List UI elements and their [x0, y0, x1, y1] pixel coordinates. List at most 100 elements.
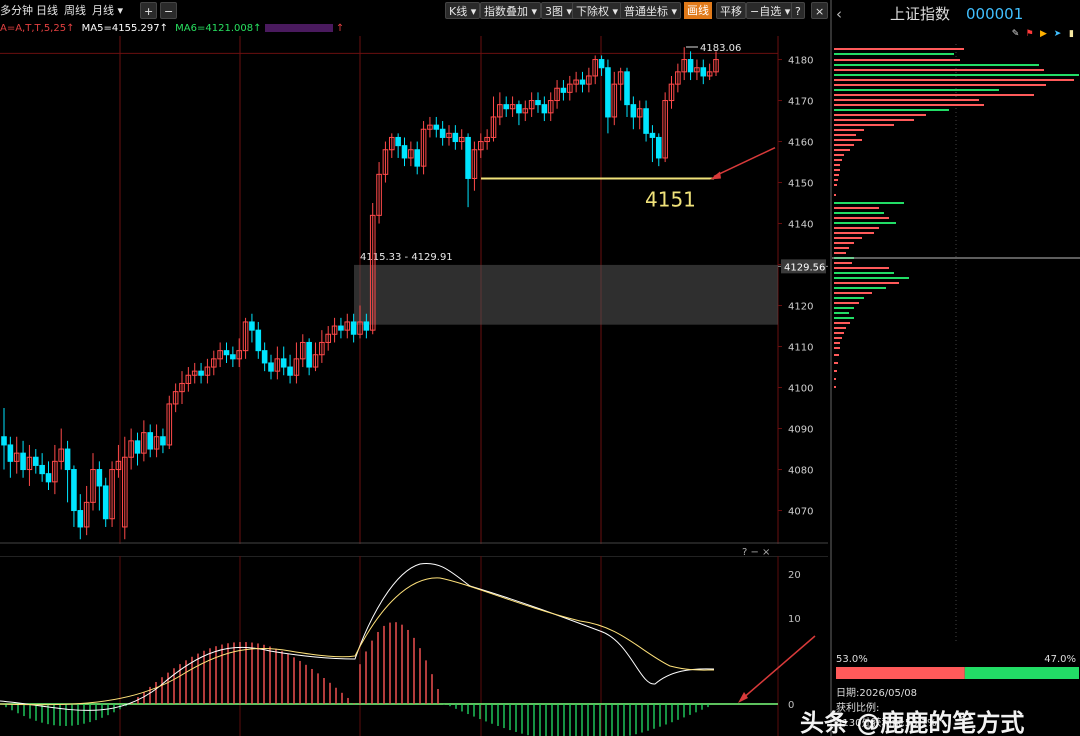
- candle-body: [64, 448, 71, 471]
- sub-y-tick-label: 10: [788, 614, 801, 625]
- candlestick-chart[interactable]: 4115.33 - 4129.91 4183.06 4151 4180 4170 4160…: [0, 36, 828, 544]
- toolbar-button-8[interactable]: ?: [791, 2, 805, 19]
- toolbar-button-7[interactable]: −自选 ▾: [746, 2, 795, 19]
- period-tab-2[interactable]: 周线: [64, 2, 86, 19]
- chip-bar: [834, 362, 838, 364]
- candle-body: [261, 350, 268, 364]
- date-line: 日期:2026/05/08: [836, 688, 918, 699]
- chart-toolbar: 多分钟 日线 周线 月线 ▾ + − K线 ▾ 指数叠加 ▾ 3图 ▾ 下除权 ▾ 普通坐标 ▾ 画线…: [0, 0, 829, 22]
- chip-bar: [834, 84, 1046, 86]
- watermark: 头条 @鹿鹿的笔方式: [800, 709, 1025, 736]
- chip-bar: [834, 342, 840, 344]
- candle-body: [147, 432, 154, 450]
- toolbar-button-9[interactable]: ×: [811, 2, 829, 19]
- zoom-in-button[interactable]: +: [140, 2, 158, 19]
- candle-body: [338, 325, 344, 331]
- candle-body: [516, 104, 522, 114]
- candle-body: [77, 510, 84, 528]
- y-tick-label: 4140: [788, 220, 813, 231]
- index-name: 上证指数: [890, 5, 951, 23]
- chip-bar: [834, 64, 1039, 66]
- chip-bar: [834, 174, 839, 176]
- chip-bar: [834, 74, 1079, 76]
- chip-bar: [834, 59, 960, 61]
- candle-body: [160, 436, 166, 446]
- chip-bar: [834, 317, 854, 319]
- toolbar-button-1[interactable]: 指数叠加 ▾: [480, 2, 542, 19]
- triangle-icon[interactable]: ▶: [1038, 28, 1049, 40]
- candle-body: [503, 104, 510, 110]
- candle-body: [306, 341, 312, 368]
- candle-body: [401, 145, 408, 159]
- candle-body: [39, 464, 45, 475]
- toolbar-button-5[interactable]: 画线: [684, 2, 712, 19]
- cursor-icon[interactable]: ➤: [1052, 28, 1063, 40]
- chip-bar: [834, 217, 889, 219]
- candle-body: [45, 473, 52, 483]
- toolbar-button-0[interactable]: K线 ▾: [445, 2, 481, 19]
- chip-bar: [834, 48, 964, 50]
- candle-body: [255, 329, 262, 352]
- chip-bar: [834, 207, 879, 209]
- profit-fill: [836, 667, 965, 679]
- chip-bar: [834, 327, 846, 329]
- candle-body: [579, 79, 586, 85]
- period-tab-0[interactable]: 多分钟: [0, 2, 33, 19]
- toolbar-button-3[interactable]: 下除权 ▾: [572, 2, 623, 19]
- toolbar-button-2[interactable]: 3图 ▾: [541, 2, 577, 19]
- candle-body: [350, 321, 357, 335]
- chip-bar: [834, 99, 979, 101]
- chip-bar: [834, 222, 896, 224]
- chip-bar: [834, 332, 844, 334]
- candle-body: [687, 59, 694, 73]
- panel-left-chevron-icon[interactable]: ‹: [836, 3, 842, 25]
- chip-bar: [834, 302, 859, 304]
- zoom-out-button[interactable]: −: [160, 2, 178, 19]
- sub-y-tick-label: 20: [788, 570, 801, 581]
- flag-icon[interactable]: ⚑: [1024, 28, 1035, 40]
- chip-bar: [834, 237, 862, 239]
- candle-body: [560, 87, 567, 93]
- candle-body: [71, 469, 77, 512]
- candle-body: [414, 149, 421, 167]
- box-range-label: 4115.33 - 4129.91: [360, 252, 453, 263]
- candle-body: [433, 124, 440, 130]
- chip-bar: [834, 179, 838, 181]
- note-icon[interactable]: ▮: [1066, 28, 1077, 40]
- candle-body: [465, 136, 471, 179]
- chip-distribution-panel: ‹ 上证指数 000001 ✎ ⚑ ▶ ➤ ▮ 53.0% 47.0% 日期:2…: [830, 0, 1080, 736]
- chip-bar: [834, 312, 849, 314]
- chip-bar: [834, 262, 852, 264]
- panel-title: ‹ 上证指数 000001: [832, 3, 1080, 25]
- y-tick-label: 4180: [788, 56, 813, 67]
- support-arrow: [713, 147, 776, 178]
- candle-body: [598, 59, 605, 69]
- chip-bar: [834, 354, 839, 356]
- toolbar-button-4[interactable]: 普通坐标 ▾: [620, 2, 682, 19]
- toolbar-button-6[interactable]: 平移: [716, 2, 746, 19]
- max-price-label: 4183.06: [700, 43, 741, 54]
- candle-body: [223, 350, 230, 356]
- candle-body: [280, 358, 287, 368]
- macd-chart[interactable]: 20 10 0: [0, 556, 828, 736]
- y-tick-label: 4160: [788, 138, 813, 149]
- period-tab-3[interactable]: 月线 ▾: [92, 2, 123, 19]
- chip-bar: [834, 79, 1074, 81]
- y-tick-label: 4170: [788, 97, 813, 108]
- chip-bar: [834, 272, 894, 274]
- pen-icon[interactable]: ✎: [1010, 28, 1021, 40]
- candle-body: [535, 100, 541, 106]
- macd-dif-line: [0, 562, 715, 711]
- chip-bar: [834, 94, 1034, 96]
- period-tab-1[interactable]: 日线: [36, 2, 58, 19]
- y-tick-label: 4070: [788, 507, 813, 518]
- y-tick-label: 4100: [788, 384, 813, 395]
- chip-bar: [834, 307, 854, 309]
- candle-body: [605, 67, 611, 118]
- chip-bar: [834, 337, 842, 339]
- chip-bar: [834, 114, 926, 116]
- candle-body: [249, 321, 255, 331]
- chip-bar: [834, 144, 854, 146]
- chip-bar: [834, 134, 856, 136]
- chip-bar: [834, 292, 872, 294]
